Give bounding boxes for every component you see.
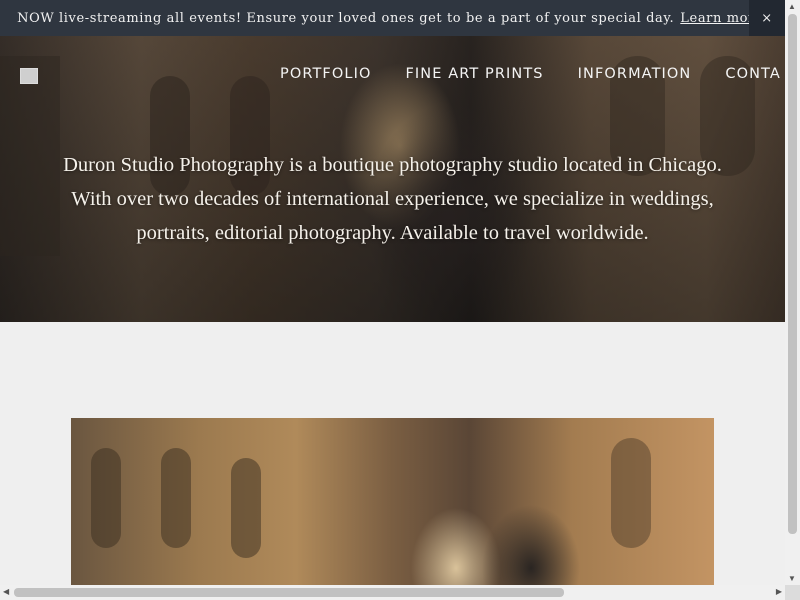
- nav-information[interactable]: INFORMATION: [578, 66, 692, 82]
- gallery-photo: [91, 438, 651, 558]
- close-announcement-button[interactable]: ×: [749, 0, 785, 36]
- scrollbar-corner: [785, 585, 800, 600]
- vertical-scrollbar[interactable]: ▲ ▼: [785, 0, 800, 585]
- gallery-image[interactable]: [71, 418, 714, 588]
- nav-fine-art-prints[interactable]: FINE ART PRINTS: [405, 66, 543, 82]
- main-nav: PORTFOLIO FINE ART PRINTS INFORMATION CO…: [280, 66, 785, 82]
- scroll-right-icon[interactable]: ▶: [776, 587, 782, 596]
- tagline-line-1: Duron Studio Photography is a boutique p…: [63, 154, 722, 176]
- nav-portfolio[interactable]: PORTFOLIO: [280, 66, 371, 82]
- scroll-up-icon[interactable]: ▲: [788, 2, 796, 11]
- tagline-line-3: portraits, editorial photography. Availa…: [136, 222, 649, 244]
- announcement-text: NOW live-streaming all events! Ensure yo…: [17, 10, 675, 26]
- nav-contact[interactable]: CONTA: [725, 66, 781, 82]
- scroll-down-icon[interactable]: ▼: [788, 574, 796, 583]
- horizontal-scroll-thumb[interactable]: [14, 588, 564, 597]
- vertical-scroll-thumb[interactable]: [788, 14, 797, 534]
- hero-banner: PORTFOLIO FINE ART PRINTS INFORMATION CO…: [0, 36, 785, 322]
- site-logo[interactable]: [20, 68, 38, 84]
- announcement-bar: NOW live-streaming all events! Ensure yo…: [0, 0, 785, 36]
- scroll-left-icon[interactable]: ◀: [3, 587, 9, 596]
- hero-tagline: Duron Studio Photography is a boutique p…: [0, 148, 785, 250]
- horizontal-scrollbar[interactable]: ◀ ▶: [0, 585, 785, 600]
- tagline-line-2: With over two decades of international e…: [71, 188, 714, 210]
